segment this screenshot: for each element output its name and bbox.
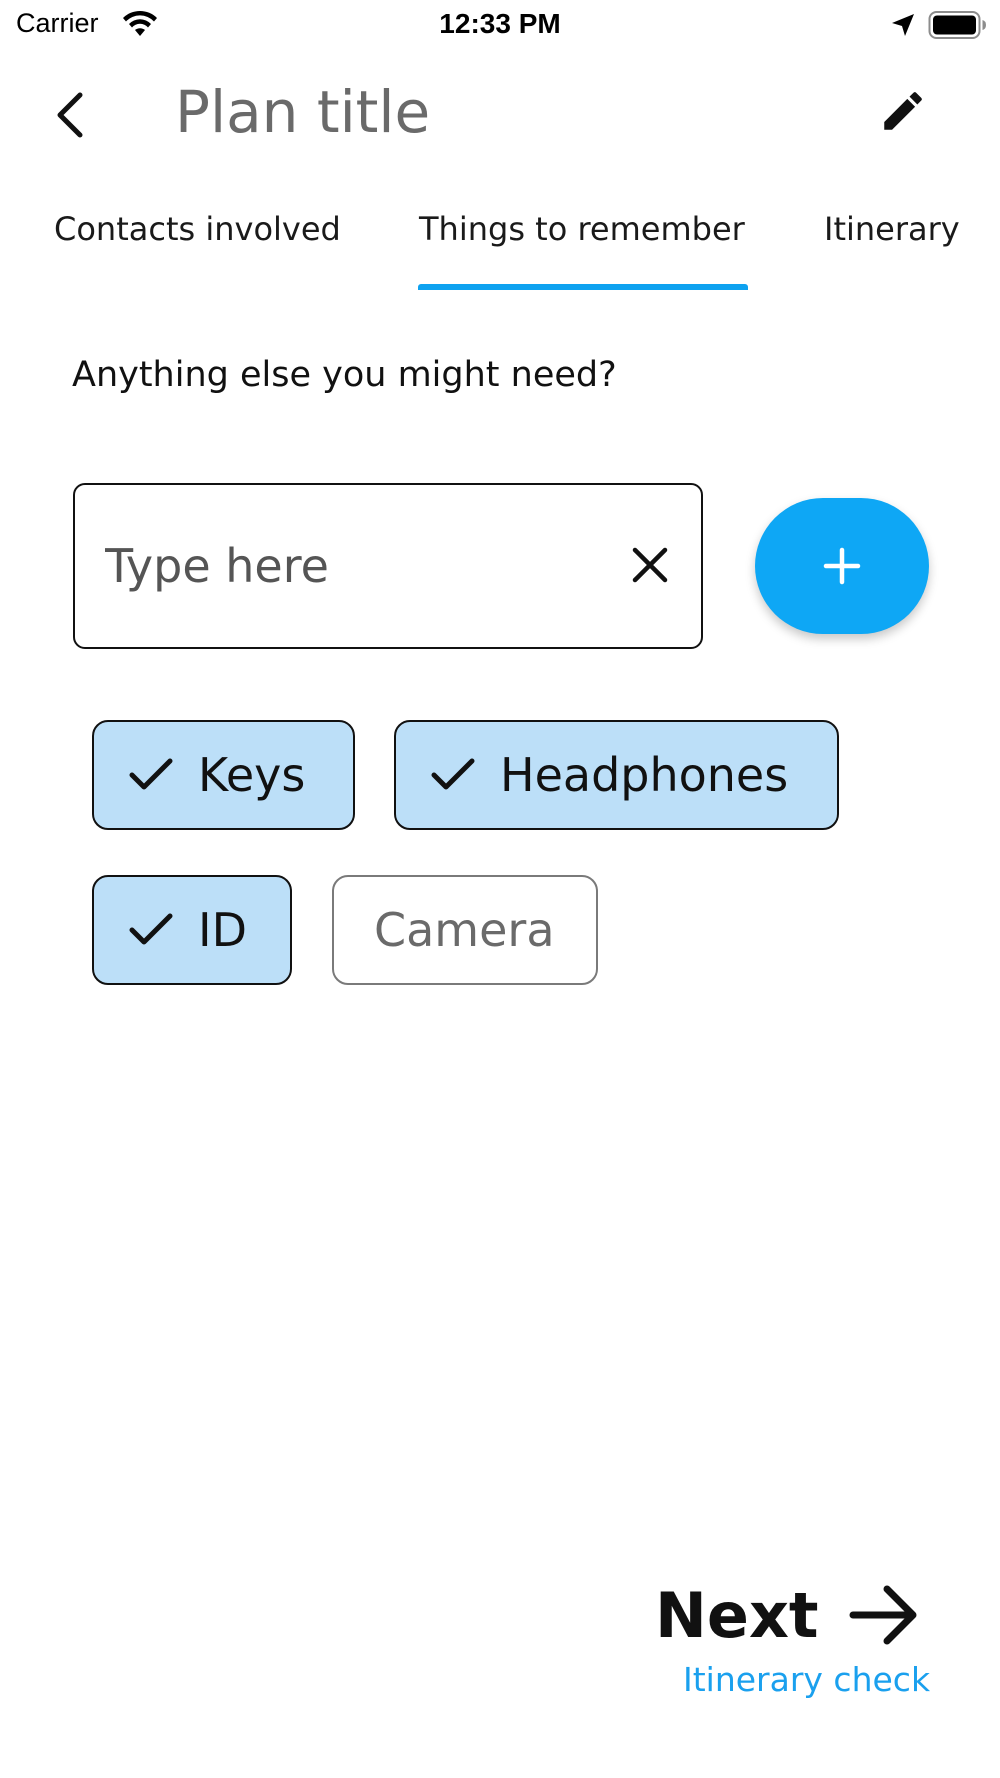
chip-label: Headphones <box>500 748 789 802</box>
edit-title-button[interactable] <box>872 80 934 142</box>
status-bar: Carrier 12:33 PM <box>0 0 1000 50</box>
battery-icon <box>928 11 986 39</box>
check-icon <box>431 758 475 790</box>
tab-itinerary[interactable]: Itinerary <box>824 210 960 248</box>
clear-input-button[interactable] <box>620 535 680 595</box>
chip-id[interactable]: ID <box>92 875 292 985</box>
next-button[interactable]: Next <box>655 1570 923 1660</box>
page-title: Plan title <box>175 78 431 146</box>
tab-bar: Contacts involved Things to remember Iti… <box>0 200 1000 290</box>
chip-label: Camera <box>374 903 555 957</box>
check-icon <box>129 758 173 790</box>
active-tab-indicator <box>418 284 748 290</box>
status-time: 12:33 PM <box>439 8 561 39</box>
item-input-container <box>73 483 703 649</box>
check-icon <box>129 913 173 945</box>
tab-contacts-involved[interactable]: Contacts involved <box>54 210 341 248</box>
arrow-right-icon <box>849 1585 917 1645</box>
next-step-label[interactable]: Itinerary check <box>683 1660 930 1699</box>
chip-keys[interactable]: Keys <box>92 720 355 830</box>
section-prompt: Anything else you might need? <box>72 355 617 395</box>
item-input[interactable] <box>103 525 587 607</box>
close-icon <box>632 547 668 583</box>
back-button[interactable] <box>40 80 100 150</box>
add-item-button[interactable] <box>755 498 929 634</box>
chevron-left-icon <box>57 92 83 138</box>
pencil-icon <box>884 92 922 130</box>
plus-icon <box>823 547 861 585</box>
next-label: Next <box>655 1578 819 1652</box>
chip-label: Keys <box>198 748 306 802</box>
location-arrow-icon <box>892 14 914 36</box>
tab-things-to-remember[interactable]: Things to remember <box>419 210 745 248</box>
chip-label: ID <box>198 903 247 957</box>
chip-camera[interactable]: Camera <box>332 875 598 985</box>
chip-headphones[interactable]: Headphones <box>394 720 839 830</box>
